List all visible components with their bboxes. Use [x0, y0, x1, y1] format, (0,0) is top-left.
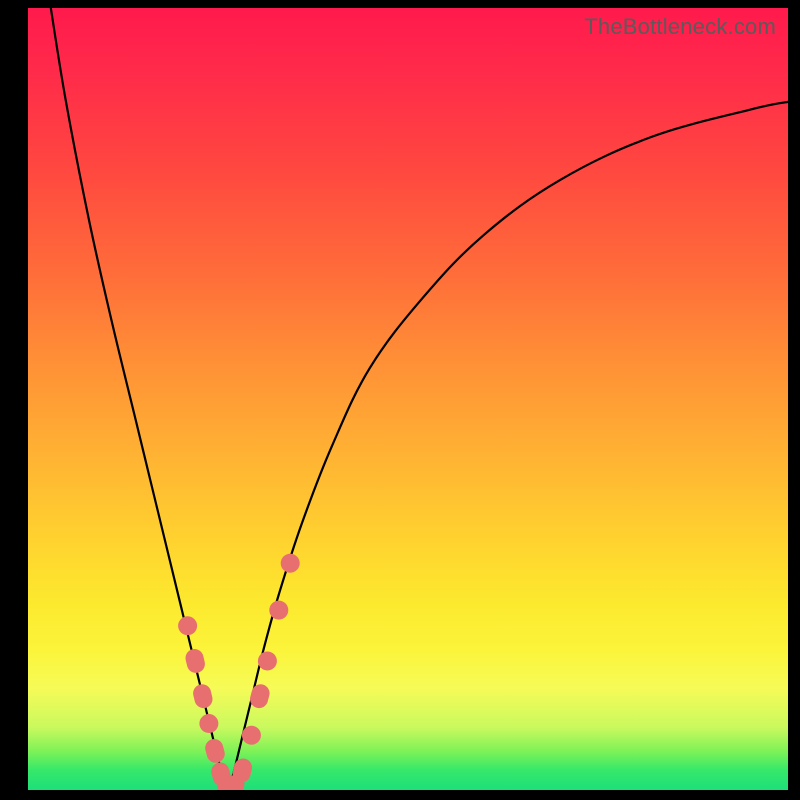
curve-layer — [28, 8, 788, 790]
chart-frame: TheBottleneck.com — [0, 0, 800, 800]
data-marker — [269, 601, 288, 620]
data-marker — [248, 682, 271, 710]
curve-right — [229, 102, 788, 790]
data-marker — [242, 726, 261, 745]
curve-left — [51, 8, 229, 790]
data-marker — [203, 737, 227, 765]
plot-area: TheBottleneck.com — [28, 8, 788, 790]
data-marker — [178, 616, 197, 635]
data-marker — [191, 682, 214, 710]
data-marker — [258, 651, 277, 670]
data-marker — [199, 714, 218, 733]
data-marker — [184, 647, 207, 675]
data-marker — [281, 554, 300, 573]
